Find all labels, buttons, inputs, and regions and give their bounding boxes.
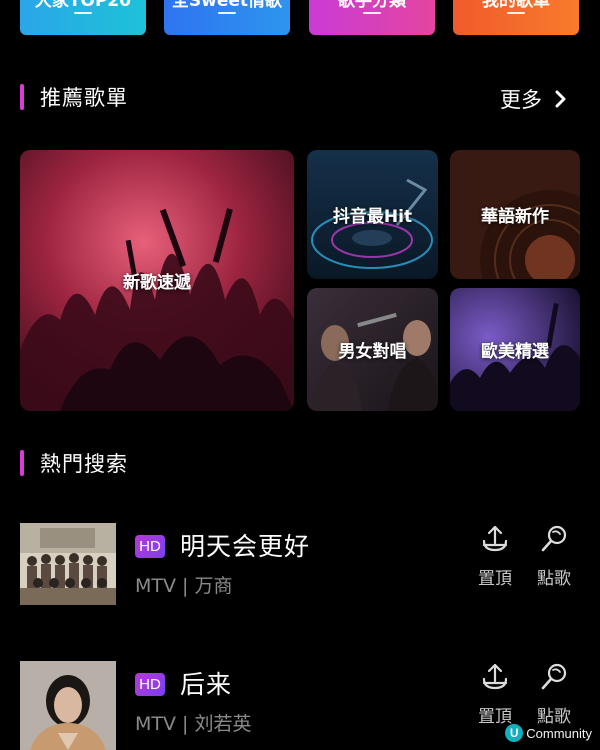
more-button[interactable]: 更多 — [500, 84, 568, 114]
tab-sweet-love-songs[interactable]: 全Sweet情歌 — [164, 0, 290, 35]
pin-top-label: 置頂 — [478, 569, 512, 589]
list-item[interactable]: HD 明天会更好 MTV | 万商 置頂 點歌 — [20, 523, 580, 605]
pin-top-icon — [482, 663, 508, 690]
song-title: 后来 — [180, 670, 233, 699]
pin-top-button[interactable]: 置頂 — [472, 661, 518, 731]
playlist-card-douyin-hits[interactable]: 抖音最Hit — [307, 150, 438, 279]
microphone-icon — [541, 525, 567, 552]
playlist-card-chinese-new[interactable]: 華語新作 — [450, 150, 580, 279]
card-label: 新歌速遞 — [123, 273, 191, 293]
tab-my-playlists[interactable]: 我的歌單 — [453, 0, 579, 35]
section-title: 熱門搜索 — [40, 452, 128, 476]
tab-top20[interactable]: 大家TOP20 — [20, 0, 146, 35]
tab-label: 歌手分類 — [338, 0, 406, 11]
tab-label: 大家TOP20 — [34, 0, 132, 11]
request-song-label: 點歌 — [537, 569, 571, 589]
tab-label: 全Sweet情歌 — [171, 0, 283, 11]
tab-underline — [507, 12, 525, 14]
hot-search-header: 熱門搜索 — [20, 448, 580, 478]
song-thumbnail — [20, 661, 116, 750]
card-label: 抖音最Hit — [332, 207, 413, 227]
request-song-button[interactable]: 點歌 — [531, 661, 577, 731]
song-meta: MTV | 万商 — [135, 575, 233, 597]
hd-badge: HD — [135, 535, 165, 558]
song-title: 明天会更好 — [180, 532, 311, 561]
section-accent-bar — [20, 84, 24, 110]
tab-label: 我的歌單 — [482, 0, 550, 11]
section-title: 推薦歌單 — [40, 86, 128, 110]
pin-top-icon — [482, 525, 508, 552]
community-watermark: U Community — [505, 724, 592, 742]
pin-top-button[interactable]: 置頂 — [472, 523, 518, 593]
more-label: 更多 — [500, 88, 542, 112]
tab-underline — [363, 12, 381, 14]
watermark-text: Community — [526, 725, 592, 741]
playlist-card-duets[interactable]: 男女對唱 — [307, 288, 438, 411]
list-item[interactable]: HD 后来 MTV | 刘若英 置頂 點歌 — [20, 661, 580, 750]
card-label: 男女對唱 — [338, 342, 407, 362]
community-logo-icon: U — [505, 724, 524, 742]
section-accent-bar — [20, 450, 24, 476]
hd-badge: HD — [135, 673, 165, 696]
playlist-card-new-songs[interactable]: 新歌速遞 — [20, 150, 294, 411]
card-label: 歐美精選 — [481, 342, 549, 362]
recommended-header: 推薦歌單 更多 — [20, 82, 580, 112]
playlist-card-western-picks[interactable]: 歐美精選 — [450, 288, 580, 411]
tab-underline — [218, 12, 236, 14]
song-thumbnail — [20, 523, 116, 605]
song-meta: MTV | 刘若英 — [135, 713, 252, 735]
tab-singer-categories[interactable]: 歌手分類 — [309, 0, 435, 35]
category-tabs: 大家TOP20 全Sweet情歌 歌手分類 我的歌單 — [20, 0, 580, 35]
microphone-icon — [541, 663, 567, 690]
request-song-button[interactable]: 點歌 — [531, 523, 577, 593]
tab-underline — [74, 12, 92, 14]
chevron-right-icon — [555, 90, 566, 108]
card-label: 華語新作 — [481, 207, 549, 227]
